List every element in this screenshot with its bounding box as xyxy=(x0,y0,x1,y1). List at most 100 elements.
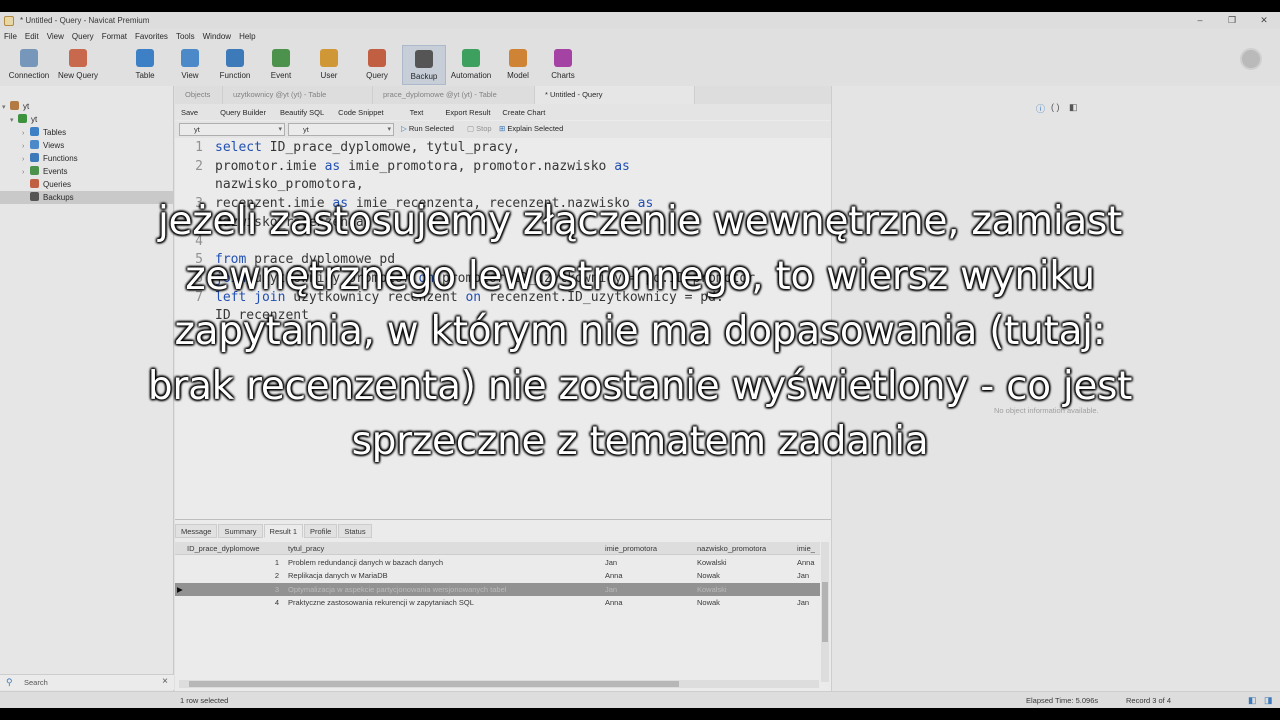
horizontal-scrollbar[interactable] xyxy=(179,680,819,688)
tab-untitled-query[interactable]: * Untitled - Query xyxy=(535,86,695,104)
menu-edit[interactable]: Edit xyxy=(21,30,43,43)
table-cell[interactable]: 3 xyxy=(187,583,279,596)
database-select[interactable]: yt ▾ xyxy=(288,123,394,136)
menu-file[interactable]: File xyxy=(0,30,21,43)
function-icon xyxy=(30,153,39,162)
tab-uzytkownicy-table[interactable]: uzytkownicy @yt (yt) - Table xyxy=(223,86,373,104)
connection-select[interactable]: yt ▾ xyxy=(179,123,285,136)
column-header[interactable]: ID_prace_dyplomowe xyxy=(187,542,285,555)
beautify-sql-button[interactable]: Beautify SQL xyxy=(280,108,324,117)
table-cell[interactable]: Replikacja danych w MariaDB xyxy=(288,569,598,582)
table-cell[interactable]: Jan xyxy=(605,583,695,596)
backup-toolbar-button[interactable]: Backup xyxy=(402,45,446,85)
search-input[interactable]: Search xyxy=(24,678,48,687)
code-snippet-button[interactable]: Code Snippet xyxy=(338,108,383,117)
function-toolbar-button[interactable]: Function xyxy=(218,45,252,85)
search-icon: ⚲ xyxy=(6,677,13,687)
search-bar[interactable]: ⚲ Search × xyxy=(0,674,174,690)
table-cell[interactable]: Anna xyxy=(605,596,695,609)
column-header[interactable]: imie_promotora xyxy=(605,542,695,555)
scrollbar-thumb[interactable] xyxy=(822,582,828,642)
explain-selected-button[interactable]: ⊞ Explain Selected xyxy=(499,124,563,133)
table-row[interactable]: ▶ 3 Optymalizacja w aspekcie partycjonowan… xyxy=(175,582,820,596)
event-toolbar-button[interactable]: Event xyxy=(268,45,294,85)
table-cell[interactable]: Praktyczne zastosowania rekurencji w zap… xyxy=(288,596,598,609)
tab-profile[interactable]: Profile xyxy=(304,524,338,538)
menu-view[interactable]: View xyxy=(43,30,68,43)
menu-query[interactable]: Query xyxy=(68,30,98,43)
avatar[interactable] xyxy=(1240,48,1262,70)
connection-toolbar-button[interactable]: Connection xyxy=(8,45,50,85)
close-icon[interactable]: × xyxy=(162,676,168,687)
tab-prace-dyplomowe-table[interactable]: prace_dyplomowe @yt (yt) - Table xyxy=(373,86,535,104)
menu-window[interactable]: Window xyxy=(199,30,235,43)
run-selected-button[interactable]: ▷ Run Selected xyxy=(401,124,454,133)
menu-format[interactable]: Format xyxy=(98,30,131,43)
table-cell[interactable]: Nowak xyxy=(697,569,795,582)
table-cell[interactable]: Kowalski xyxy=(697,583,795,596)
table-cell[interactable]: Kowalski xyxy=(697,556,795,569)
table-cell[interactable]: Anna xyxy=(797,556,819,569)
table-cell[interactable]: 2 xyxy=(187,569,279,582)
layout-icon[interactable]: ◧ xyxy=(1069,102,1078,113)
menu-tools[interactable]: Tools xyxy=(172,30,199,43)
query-builder-button[interactable]: Query Builder xyxy=(220,108,266,117)
minimize-button[interactable]: – xyxy=(1184,12,1216,29)
table-cell[interactable]: Jan xyxy=(797,569,819,582)
new-query-icon xyxy=(69,49,87,67)
panel-toggle-icon[interactable]: ◧ xyxy=(1248,692,1257,708)
tree-item-events[interactable]: › Events xyxy=(0,165,174,178)
tree-item-tables[interactable]: › Tables xyxy=(0,126,174,139)
table-cell[interactable]: Anna xyxy=(605,569,695,582)
query-toolbar-button[interactable]: Query xyxy=(364,45,390,85)
menu-help[interactable]: Help xyxy=(235,30,259,43)
vertical-scrollbar[interactable] xyxy=(821,542,829,682)
table-row[interactable]: 1 Problem redundancji danych w bazach dan… xyxy=(175,556,820,569)
automation-toolbar-button[interactable]: Automation xyxy=(448,45,494,85)
table-row[interactable]: 2 Replikacja danych w MariaDB Anna Nowak Jan xyxy=(175,569,820,582)
table-cell[interactable]: Problem redundancji danych w bazach dany… xyxy=(288,556,598,569)
user-toolbar-button[interactable]: User xyxy=(314,45,344,85)
tree-item-queries[interactable]: Queries xyxy=(0,178,174,191)
panel-toggle-icon[interactable]: ◨ xyxy=(1264,692,1273,708)
sql-editor[interactable]: 1 select ID_prace_dyplomowe, tytul_pracy,… xyxy=(175,139,831,519)
tab-message[interactable]: Message xyxy=(175,524,218,538)
tree-item-backups[interactable]: Backups xyxy=(0,191,174,204)
column-header[interactable]: imie_ xyxy=(797,542,819,555)
tab-status[interactable]: Status xyxy=(338,524,372,538)
tab-summary[interactable]: Summary xyxy=(218,524,263,538)
menu-favorites[interactable]: Favorites xyxy=(131,30,172,43)
column-header[interactable]: nazwisko_promotora xyxy=(697,542,795,555)
tree-item-functions[interactable]: › Functions xyxy=(0,152,174,165)
tree-item-views[interactable]: › Views xyxy=(0,139,174,152)
column-header[interactable]: tytul_pracy xyxy=(288,542,598,555)
table-cell[interactable]: Optymalizacja w aspekcie partycjonowania… xyxy=(288,583,598,596)
info-icon[interactable]: ⓘ xyxy=(1036,102,1045,115)
tree-item-yt[interactable]: ▾ yt xyxy=(0,113,174,126)
new-query-toolbar-button[interactable]: New Query xyxy=(58,45,98,85)
export-result-button[interactable]: Export Result xyxy=(445,108,490,117)
ddl-icon[interactable]: ( ) xyxy=(1051,102,1060,112)
table-cell[interactable]: Nowak xyxy=(697,596,795,609)
view-toolbar-button[interactable]: View xyxy=(176,45,204,85)
charts-toolbar-button[interactable]: Charts xyxy=(548,45,578,85)
save-button[interactable]: Save xyxy=(181,108,198,117)
create-chart-button[interactable]: Create Chart xyxy=(502,108,545,117)
table-toolbar-button[interactable]: Table xyxy=(134,45,156,85)
tab-result-1[interactable]: Result 1 xyxy=(263,524,304,538)
table-cell[interactable]: Jan xyxy=(605,556,695,569)
line-number: 5 xyxy=(195,252,203,268)
scrollbar-thumb[interactable] xyxy=(189,681,679,687)
stop-button[interactable]: ▢ Stop xyxy=(467,124,492,133)
table-cell[interactable]: 1 xyxy=(187,556,279,569)
tree-item-yt[interactable]: ▾ yt xyxy=(0,100,174,113)
table-cell[interactable]: Jan xyxy=(797,596,819,609)
status-record: Record 3 of 4 xyxy=(1126,696,1172,705)
table-row[interactable]: 4 Praktyczne zastosowania rekurencji w za… xyxy=(175,596,820,609)
text-button[interactable]: Text xyxy=(410,108,424,117)
table-cell[interactable]: 4 xyxy=(187,596,279,609)
maximize-button[interactable]: ❐ xyxy=(1216,12,1248,29)
model-toolbar-button[interactable]: Model xyxy=(504,45,532,85)
close-button[interactable]: ✕ xyxy=(1248,12,1280,29)
tab-objects[interactable]: Objects xyxy=(175,86,223,104)
